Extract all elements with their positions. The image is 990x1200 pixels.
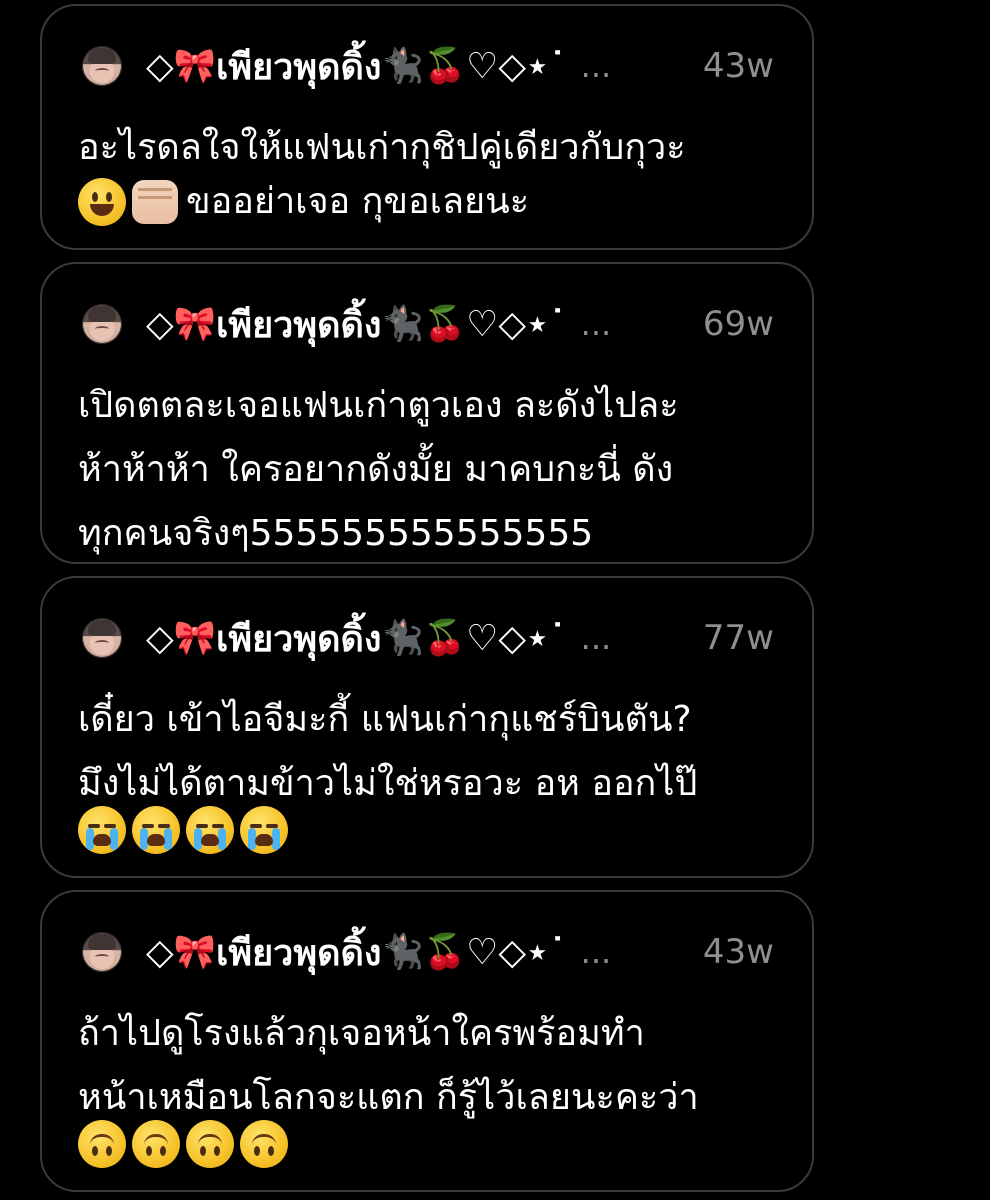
emoji-row — [78, 1120, 288, 1168]
username[interactable]: ◇ 🎀 เพียวพุดดิ้ง 🐈‍⬛ 🍒 ♡◇⋆˙ — [146, 924, 567, 981]
post-header: ◇ 🎀 เพียวพุดดิ้ง 🐈‍⬛ 🍒 ♡◇⋆˙ ... 43w — [82, 924, 774, 980]
post-body: เดี๋ยว เข้าไอจีมะกี้ แฟนเก่ากุแชร์บินตัน… — [78, 699, 698, 804]
loudly-crying-face-icon — [132, 806, 180, 854]
emoji-row — [78, 178, 178, 226]
avatar[interactable] — [82, 618, 122, 658]
black-cat-icon: 🐈‍⬛ — [381, 618, 424, 658]
ellipsis: ... — [580, 933, 612, 971]
username-text: เพียวพุดดิ้ง — [216, 304, 382, 346]
upside-down-face-icon — [78, 1120, 126, 1168]
ellipsis: ... — [580, 305, 612, 343]
username-text: เพียวพุดดิ้ง — [216, 932, 382, 974]
bow-icon: 🎀 — [173, 618, 217, 658]
post-card[interactable]: ◇ 🎀 เพียวพุดดิ้ง 🐈‍⬛ 🍒 ♡◇⋆˙ ... 43w อะไร… — [40, 4, 814, 250]
loudly-crying-face-icon — [240, 806, 288, 854]
cherry-icon: 🍒 — [423, 304, 467, 344]
post-card[interactable]: ◇ 🎀 เพียวพุดดิ้ง 🐈‍⬛ 🍒 ♡◇⋆˙ ... 69w เปิด… — [40, 262, 814, 564]
upside-down-face-icon — [240, 1120, 288, 1168]
username-suffix: ♡◇⋆˙ — [466, 45, 567, 87]
post-body: เปิดตตละเจอแฟนเก่าตูวเอง ละดังไปละ ห้าห้… — [78, 385, 679, 554]
timestamp: 69w — [702, 304, 774, 344]
username-suffix: ♡◇⋆˙ — [466, 931, 567, 973]
cherry-icon: 🍒 — [423, 932, 467, 972]
avatar[interactable] — [82, 304, 122, 344]
avatar[interactable] — [82, 46, 122, 86]
black-cat-icon: 🐈‍⬛ — [381, 46, 424, 86]
bow-icon: 🎀 — [173, 304, 217, 344]
avatar[interactable] — [82, 932, 122, 972]
post-body-line2: ขออย่าเจอ กุขอเลยนะ — [186, 181, 530, 222]
loudly-crying-face-icon — [78, 806, 126, 854]
timestamp: 77w — [702, 618, 774, 658]
timestamp: 43w — [702, 932, 774, 972]
diamond-icon: ◇ — [146, 303, 174, 345]
loudly-crying-face-icon — [186, 806, 234, 854]
username[interactable]: ◇ 🎀 เพียวพุดดิ้ง 🐈‍⬛ 🍒 ♡◇⋆˙ — [146, 38, 567, 95]
username[interactable]: ◇ 🎀 เพียวพุดดิ้ง 🐈‍⬛ 🍒 ♡◇⋆˙ — [146, 610, 567, 667]
diamond-icon: ◇ — [146, 931, 174, 973]
diamond-icon: ◇ — [146, 617, 174, 659]
post-card[interactable]: ◇ 🎀 เพียวพุดดิ้ง 🐈‍⬛ 🍒 ♡◇⋆˙ ... 43w ถ้าไ… — [40, 890, 814, 1192]
post-header: ◇ 🎀 เพียวพุดดิ้ง 🐈‍⬛ 🍒 ♡◇⋆˙ ... 69w — [82, 296, 774, 352]
diamond-icon: ◇ — [146, 45, 174, 87]
emoji-row — [78, 806, 288, 854]
ellipsis: ... — [580, 619, 612, 657]
username-text: เพียวพุดดิ้ง — [216, 618, 382, 660]
post-header: ◇ 🎀 เพียวพุดดิ้ง 🐈‍⬛ 🍒 ♡◇⋆˙ ... 77w — [82, 610, 774, 666]
black-cat-icon: 🐈‍⬛ — [381, 304, 424, 344]
grinning-face-icon — [78, 178, 126, 226]
post-card[interactable]: ◇ 🎀 เพียวพุดดิ้ง 🐈‍⬛ 🍒 ♡◇⋆˙ ... 77w เดี๋… — [40, 576, 814, 878]
bow-icon: 🎀 — [173, 46, 217, 86]
cherry-icon: 🍒 — [423, 46, 467, 86]
post-body: ถ้าไปดูโรงแล้วกุเจอหน้าใครพร้อมทำ หน้าเห… — [78, 1013, 699, 1118]
username[interactable]: ◇ 🎀 เพียวพุดดิ้ง 🐈‍⬛ 🍒 ♡◇⋆˙ — [146, 296, 567, 353]
username-suffix: ♡◇⋆˙ — [466, 303, 567, 345]
timestamp: 43w — [702, 46, 774, 86]
post-header: ◇ 🎀 เพียวพุดดิ้ง 🐈‍⬛ 🍒 ♡◇⋆˙ ... 43w — [82, 38, 774, 94]
oncoming-fist-icon — [132, 180, 178, 224]
ellipsis: ... — [580, 47, 612, 85]
upside-down-face-icon — [186, 1120, 234, 1168]
bow-icon: 🎀 — [173, 932, 217, 972]
upside-down-face-icon — [132, 1120, 180, 1168]
username-suffix: ♡◇⋆˙ — [466, 617, 567, 659]
username-text: เพียวพุดดิ้ง — [216, 46, 382, 88]
black-cat-icon: 🐈‍⬛ — [381, 932, 424, 972]
cherry-icon: 🍒 — [423, 618, 467, 658]
